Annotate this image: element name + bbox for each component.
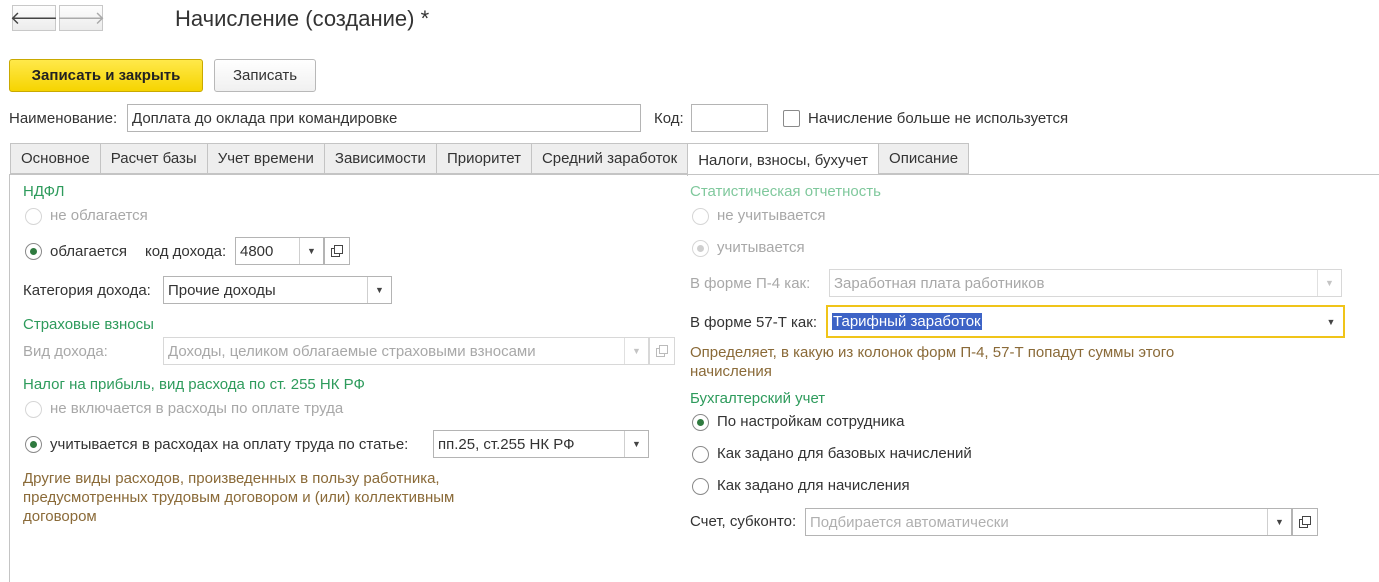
ndfl-section-title: НДФЛ (23, 183, 65, 200)
tab-bar: Основное Расчет базы Учет времени Зависи… (10, 143, 970, 176)
name-field[interactable]: Доплата до оклада при командировке (127, 104, 641, 132)
back-button[interactable]: 🡐 (9, 5, 59, 31)
profit-tax-note: Другие виды расходов, произведенных в по… (23, 470, 455, 525)
profit-tax-included-label: учитывается в расходах на оплату труда п… (50, 436, 409, 453)
income-type-label: Вид дохода: (23, 343, 108, 360)
arrow-right-icon: 🡒 (56, 7, 106, 28)
chevron-down-icon[interactable]: ▼ (624, 338, 648, 364)
income-type-open-button[interactable] (649, 337, 675, 365)
statistics-not-counted-label: не учитывается (717, 207, 826, 224)
f57t-label: В форме 57-Т как: (690, 314, 817, 331)
ndfl-taxed-radio[interactable] (25, 243, 42, 260)
ndfl-not-taxed-label: не облагается (50, 207, 148, 224)
open-form-icon (1299, 516, 1311, 528)
chevron-down-icon[interactable]: ▼ (624, 431, 648, 457)
account-open-button[interactable] (1292, 508, 1318, 536)
profit-tax-excluded-label: не включается в расходы по оплате труда (50, 400, 344, 417)
income-type-value: Доходы, целиком облагаемые страховыми вз… (168, 342, 536, 360)
arrow-left-icon: 🡐 (9, 7, 59, 28)
account-label: Счет, субконто: (690, 513, 797, 530)
statistics-not-counted-radio[interactable] (692, 208, 709, 225)
accounting-section-title: Бухгалтерский учет (690, 390, 826, 407)
ndfl-not-taxed-radio[interactable] (25, 208, 42, 225)
income-category-label: Категория дохода: (23, 282, 151, 299)
not-used-checkbox[interactable] (783, 110, 800, 127)
save-button[interactable]: Записать (214, 59, 316, 92)
accounting-employee-radio[interactable] (692, 414, 709, 431)
tab-divider (10, 174, 1379, 175)
f57t-value: Тарифный заработок (832, 313, 982, 330)
profit-tax-article-field[interactable]: пп.25, ст.255 НК РФ ▼ (433, 430, 649, 458)
accounting-base-label: Как задано для базовых начислений (717, 445, 972, 462)
open-form-icon (656, 345, 668, 357)
profit-tax-excluded-radio[interactable] (25, 401, 42, 418)
open-form-icon (331, 245, 343, 257)
profit-tax-included-radio[interactable] (25, 436, 42, 453)
p4-label: В форме П-4 как: (690, 275, 811, 292)
tab-priority[interactable]: Приоритет (435, 143, 531, 174)
accounting-accrual-radio[interactable] (692, 478, 709, 495)
tab-average-earnings[interactable]: Средний заработок (530, 143, 688, 174)
tab-taxes[interactable]: Налоги, взносы, бухучет (687, 143, 879, 176)
code-label: Код: (654, 110, 684, 127)
name-label: Наименование: (9, 110, 118, 127)
profit-tax-section-title: Налог на прибыль, вид расхода по ст. 255… (23, 376, 365, 393)
chevron-down-icon[interactable]: ▼ (1317, 270, 1341, 296)
save-and-close-button[interactable]: Записать и закрыть (9, 59, 203, 92)
chevron-down-icon[interactable]: ▼ (1267, 509, 1291, 535)
tab-time-accounting[interactable]: Учет времени (206, 143, 324, 174)
insurance-section-title: Страховые взносы (23, 316, 154, 333)
tab-description[interactable]: Описание (878, 143, 970, 174)
income-type-field[interactable]: Доходы, целиком облагаемые страховыми вз… (163, 337, 649, 365)
tab-base-calculation[interactable]: Расчет базы (99, 143, 207, 174)
chevron-down-icon[interactable]: ▼ (299, 238, 323, 264)
f57t-field[interactable]: Тарифный заработок ▼ (826, 305, 1345, 338)
name-value: Доплата до оклада при командировке (132, 109, 398, 127)
panel-left-border (9, 174, 10, 582)
accounting-accrual-label: Как задано для начисления (717, 477, 910, 494)
income-code-value: 4800 (240, 242, 274, 260)
ndfl-taxed-label: облагается (50, 243, 128, 260)
p4-field[interactable]: Заработная плата работников ▼ (829, 269, 1342, 297)
chevron-down-icon[interactable]: ▼ (1319, 307, 1343, 336)
not-used-label: Начисление больше не используется (808, 110, 1069, 127)
income-category-value: Прочие доходы (168, 281, 276, 299)
p4-value: Заработная плата работников (834, 274, 1045, 292)
income-category-field[interactable]: Прочие доходы ▼ (163, 276, 392, 304)
income-code-open-button[interactable] (324, 237, 350, 265)
statistics-counted-radio[interactable] (692, 240, 709, 257)
tab-dependencies[interactable]: Зависимости (323, 143, 436, 174)
income-code-label: код дохода: (145, 243, 227, 260)
income-code-field[interactable]: 4800 ▼ (235, 237, 324, 265)
account-field[interactable]: Подбирается автоматически ▼ (805, 508, 1292, 536)
statistics-section-title: Статистическая отчетность (690, 183, 881, 200)
account-placeholder: Подбирается автоматически (810, 513, 1009, 531)
chevron-down-icon[interactable]: ▼ (367, 277, 391, 303)
statistics-note: Определяет, в какую из колонок форм П-4,… (690, 344, 1175, 380)
code-field[interactable] (691, 104, 768, 132)
accounting-employee-label: По настройкам сотрудника (717, 413, 905, 430)
page-title: Начисление (создание) * (175, 6, 430, 31)
accounting-base-radio[interactable] (692, 446, 709, 463)
statistics-counted-label: учитывается (717, 239, 805, 256)
tab-main[interactable]: Основное (10, 143, 100, 174)
forward-button[interactable]: 🡒 (56, 5, 106, 31)
profit-tax-article-value: пп.25, ст.255 НК РФ (438, 435, 575, 453)
